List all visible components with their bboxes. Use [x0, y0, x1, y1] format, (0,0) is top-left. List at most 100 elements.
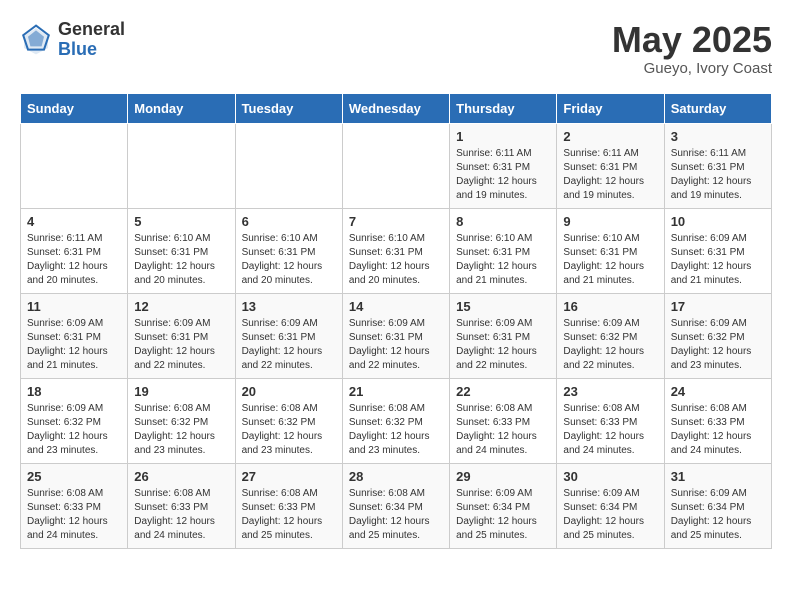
day-info: Sunrise: 6:09 AM Sunset: 6:31 PM Dayligh…	[134, 317, 228, 373]
day-info: Sunrise: 6:08 AM Sunset: 6:33 PM Dayligh…	[563, 402, 657, 458]
calendar-cell: 20 Sunrise: 6:08 AM Sunset: 6:32 PM Dayli…	[235, 378, 342, 463]
day-number: 24	[671, 384, 765, 399]
title-area: May 2025 Gueyo, Ivory Coast	[612, 20, 772, 77]
day-number: 16	[563, 299, 657, 314]
day-info: Sunrise: 6:08 AM Sunset: 6:33 PM Dayligh…	[134, 487, 228, 543]
day-number: 8	[456, 214, 550, 229]
logo-blue: Blue	[58, 40, 125, 60]
calendar-cell: 6 Sunrise: 6:10 AM Sunset: 6:31 PM Daylig…	[235, 208, 342, 293]
day-number: 21	[349, 384, 443, 399]
calendar-cell: 13 Sunrise: 6:09 AM Sunset: 6:31 PM Dayli…	[235, 293, 342, 378]
day-number: 3	[671, 129, 765, 144]
calendar-table: SundayMondayTuesdayWednesdayThursdayFrid…	[20, 93, 772, 549]
calendar-cell: 15 Sunrise: 6:09 AM Sunset: 6:31 PM Dayli…	[450, 293, 557, 378]
day-number: 17	[671, 299, 765, 314]
day-info: Sunrise: 6:09 AM Sunset: 6:32 PM Dayligh…	[27, 402, 121, 458]
calendar-cell: 21 Sunrise: 6:08 AM Sunset: 6:32 PM Dayli…	[342, 378, 449, 463]
day-number: 26	[134, 469, 228, 484]
calendar-title: May 2025	[612, 20, 772, 60]
day-number: 20	[242, 384, 336, 399]
day-info: Sunrise: 6:08 AM Sunset: 6:33 PM Dayligh…	[242, 487, 336, 543]
calendar-cell	[128, 123, 235, 208]
calendar-cell: 27 Sunrise: 6:08 AM Sunset: 6:33 PM Dayli…	[235, 463, 342, 548]
day-info: Sunrise: 6:09 AM Sunset: 6:31 PM Dayligh…	[27, 317, 121, 373]
day-info: Sunrise: 6:09 AM Sunset: 6:34 PM Dayligh…	[563, 487, 657, 543]
calendar-cell: 7Sunrise: 6:10 AM Sunset: 6:31 PM Daylig…	[342, 208, 449, 293]
day-info: Sunrise: 6:09 AM Sunset: 6:32 PM Dayligh…	[563, 317, 657, 373]
calendar-cell: 16 Sunrise: 6:09 AM Sunset: 6:32 PM Dayli…	[557, 293, 664, 378]
day-number: 31	[671, 469, 765, 484]
day-number: 27	[242, 469, 336, 484]
calendar-cell: 24 Sunrise: 6:08 AM Sunset: 6:33 PM Dayli…	[664, 378, 771, 463]
day-info: Sunrise: 6:08 AM Sunset: 6:32 PM Dayligh…	[349, 402, 443, 458]
day-number: 12	[134, 299, 228, 314]
calendar-cell: 30Sunrise: 6:09 AM Sunset: 6:34 PM Dayli…	[557, 463, 664, 548]
day-number: 14	[349, 299, 443, 314]
calendar-cell: 25 Sunrise: 6:08 AM Sunset: 6:33 PM Dayli…	[21, 463, 128, 548]
calendar-cell: 1 Sunrise: 6:11 AM Sunset: 6:31 PM Daylig…	[450, 123, 557, 208]
day-header-friday: Friday	[557, 93, 664, 123]
day-number: 5	[134, 214, 228, 229]
day-info: Sunrise: 6:09 AM Sunset: 6:32 PM Dayligh…	[671, 317, 765, 373]
day-header-saturday: Saturday	[664, 93, 771, 123]
calendar-cell: 26 Sunrise: 6:08 AM Sunset: 6:33 PM Dayli…	[128, 463, 235, 548]
calendar-cell: 8 Sunrise: 6:10 AM Sunset: 6:31 PM Daylig…	[450, 208, 557, 293]
calendar-cell: 18 Sunrise: 6:09 AM Sunset: 6:32 PM Dayli…	[21, 378, 128, 463]
day-info: Sunrise: 6:08 AM Sunset: 6:33 PM Dayligh…	[27, 487, 121, 543]
day-info: Sunrise: 6:09 AM Sunset: 6:31 PM Dayligh…	[349, 317, 443, 373]
calendar-cell: 17 Sunrise: 6:09 AM Sunset: 6:32 PM Dayli…	[664, 293, 771, 378]
day-number: 4	[27, 214, 121, 229]
day-number: 15	[456, 299, 550, 314]
day-info: Sunrise: 6:11 AM Sunset: 6:31 PM Dayligh…	[27, 232, 121, 288]
day-info: Sunrise: 6:10 AM Sunset: 6:31 PM Dayligh…	[563, 232, 657, 288]
day-number: 11	[27, 299, 121, 314]
day-info: Sunrise: 6:10 AM Sunset: 6:31 PM Dayligh…	[456, 232, 550, 288]
day-info: Sunrise: 6:09 AM Sunset: 6:31 PM Dayligh…	[456, 317, 550, 373]
calendar-cell: 9 Sunrise: 6:10 AM Sunset: 6:31 PM Daylig…	[557, 208, 664, 293]
day-info: Sunrise: 6:08 AM Sunset: 6:32 PM Dayligh…	[242, 402, 336, 458]
calendar-cell: 5Sunrise: 6:10 AM Sunset: 6:31 PM Daylig…	[128, 208, 235, 293]
logo-general: General	[58, 20, 125, 40]
calendar-cell: 2Sunrise: 6:11 AM Sunset: 6:31 PM Daylig…	[557, 123, 664, 208]
day-info: Sunrise: 6:08 AM Sunset: 6:33 PM Dayligh…	[671, 402, 765, 458]
day-info: Sunrise: 6:11 AM Sunset: 6:31 PM Dayligh…	[456, 147, 550, 203]
day-info: Sunrise: 6:09 AM Sunset: 6:34 PM Dayligh…	[456, 487, 550, 543]
day-number: 13	[242, 299, 336, 314]
day-number: 9	[563, 214, 657, 229]
calendar-cell	[21, 123, 128, 208]
day-number: 22	[456, 384, 550, 399]
day-info: Sunrise: 6:09 AM Sunset: 6:34 PM Dayligh…	[671, 487, 765, 543]
day-number: 28	[349, 469, 443, 484]
day-header-sunday: Sunday	[21, 93, 128, 123]
day-info: Sunrise: 6:09 AM Sunset: 6:31 PM Dayligh…	[242, 317, 336, 373]
calendar-cell: 19 Sunrise: 6:08 AM Sunset: 6:32 PM Dayli…	[128, 378, 235, 463]
calendar-cell: 22 Sunrise: 6:08 AM Sunset: 6:33 PM Dayli…	[450, 378, 557, 463]
day-info: Sunrise: 6:09 AM Sunset: 6:31 PM Dayligh…	[671, 232, 765, 288]
day-number: 25	[27, 469, 121, 484]
day-header-monday: Monday	[128, 93, 235, 123]
header: General Blue May 2025 Gueyo, Ivory Coast	[20, 20, 772, 77]
day-number: 1	[456, 129, 550, 144]
day-header-thursday: Thursday	[450, 93, 557, 123]
day-header-tuesday: Tuesday	[235, 93, 342, 123]
day-info: Sunrise: 6:08 AM Sunset: 6:34 PM Dayligh…	[349, 487, 443, 543]
calendar-cell	[342, 123, 449, 208]
day-number: 19	[134, 384, 228, 399]
calendar-cell: 12 Sunrise: 6:09 AM Sunset: 6:31 PM Dayli…	[128, 293, 235, 378]
day-number: 6	[242, 214, 336, 229]
day-number: 18	[27, 384, 121, 399]
day-number: 10	[671, 214, 765, 229]
calendar-cell: 28 Sunrise: 6:08 AM Sunset: 6:34 PM Dayli…	[342, 463, 449, 548]
calendar-cell: 3 Sunrise: 6:11 AM Sunset: 6:31 PM Daylig…	[664, 123, 771, 208]
day-info: Sunrise: 6:10 AM Sunset: 6:31 PM Dayligh…	[242, 232, 336, 288]
calendar-cell: 10 Sunrise: 6:09 AM Sunset: 6:31 PM Dayli…	[664, 208, 771, 293]
day-info: Sunrise: 6:08 AM Sunset: 6:33 PM Dayligh…	[456, 402, 550, 458]
calendar-cell	[235, 123, 342, 208]
calendar-cell: 29 Sunrise: 6:09 AM Sunset: 6:34 PM Dayli…	[450, 463, 557, 548]
day-info: Sunrise: 6:08 AM Sunset: 6:32 PM Dayligh…	[134, 402, 228, 458]
calendar-cell: 14 Sunrise: 6:09 AM Sunset: 6:31 PM Dayli…	[342, 293, 449, 378]
calendar-cell: 11 Sunrise: 6:09 AM Sunset: 6:31 PM Dayli…	[21, 293, 128, 378]
day-header-wednesday: Wednesday	[342, 93, 449, 123]
day-info: Sunrise: 6:11 AM Sunset: 6:31 PM Dayligh…	[671, 147, 765, 203]
day-number: 29	[456, 469, 550, 484]
